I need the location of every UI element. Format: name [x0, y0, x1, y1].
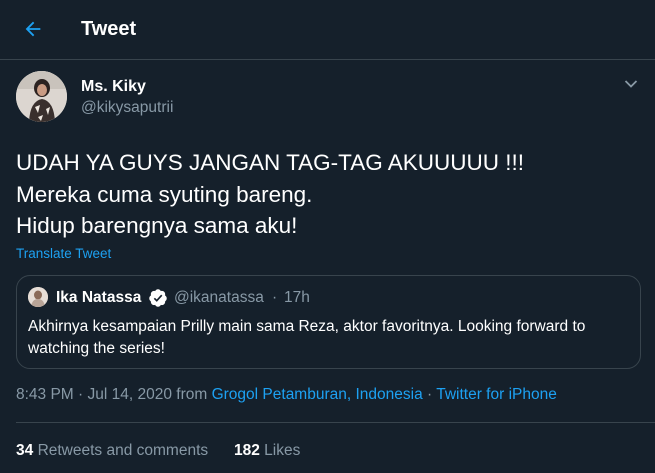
source-link[interactable]: Twitter for iPhone: [436, 386, 557, 403]
tweet-text-line: Hidup barengnya sama aku!: [16, 213, 298, 238]
engagement-stats: 34 Retweets and comments 182 Likes: [16, 442, 300, 460]
tweet-text-line: Mereka cuma syuting bareng.: [16, 181, 313, 207]
quoted-avatar[interactable]: [28, 287, 48, 307]
top-bar: Tweet: [0, 0, 655, 60]
separator-dot: ·: [272, 289, 278, 306]
quoted-tweet-text: Akhirnya kesampaian Prilly main sama Rez…: [28, 318, 586, 357]
translate-tweet-link[interactable]: Translate Tweet: [16, 246, 111, 261]
quoted-author-name[interactable]: Ika Natassa: [56, 289, 141, 307]
quoted-tweet[interactable]: Ika Natassa @ikanatassa · 17h Akhirnya k…: [16, 275, 641, 369]
separator-dot: ·: [427, 386, 433, 403]
quoted-timestamp[interactable]: 17h: [284, 289, 310, 307]
retweets-stat[interactable]: 34 Retweets and comments: [16, 442, 208, 459]
tweet-timestamp[interactable]: 8:43 PM · Jul 14, 2020: [16, 386, 172, 403]
likes-label: Likes: [264, 442, 301, 459]
quoted-author-handle[interactable]: @ikanatassa: [174, 289, 264, 307]
divider: [16, 422, 655, 423]
from-label: from: [176, 386, 208, 403]
tweet-text: UDAH YA GUYS JANGAN TAG-TAG AKUUUUU !!! …: [16, 147, 636, 242]
likes-count: 182: [233, 442, 260, 459]
tweet-text-line: UDAH YA GUYS JANGAN TAG-TAG AKUUUUU !!!: [16, 150, 525, 175]
more-options-button[interactable]: [620, 74, 642, 96]
back-button[interactable]: [16, 14, 50, 48]
verified-badge-icon: [148, 288, 168, 308]
page-title: Tweet: [81, 18, 137, 40]
avatar[interactable]: [16, 71, 67, 122]
author-handle[interactable]: @kikysaputrii: [81, 99, 173, 117]
likes-stat[interactable]: 182 Likes: [234, 442, 300, 459]
retweets-label: Retweets and comments: [37, 442, 209, 459]
author-name[interactable]: Ms. Kiky: [81, 78, 146, 96]
tweet-meta: 8:43 PM · Jul 14, 2020 from Grogol Petam…: [16, 386, 557, 404]
chevron-down-icon: [624, 76, 638, 94]
arrow-left-icon: [22, 18, 44, 45]
location-link[interactable]: Grogol Petamburan, Indonesia: [212, 386, 423, 403]
retweets-count: 34: [16, 442, 34, 459]
